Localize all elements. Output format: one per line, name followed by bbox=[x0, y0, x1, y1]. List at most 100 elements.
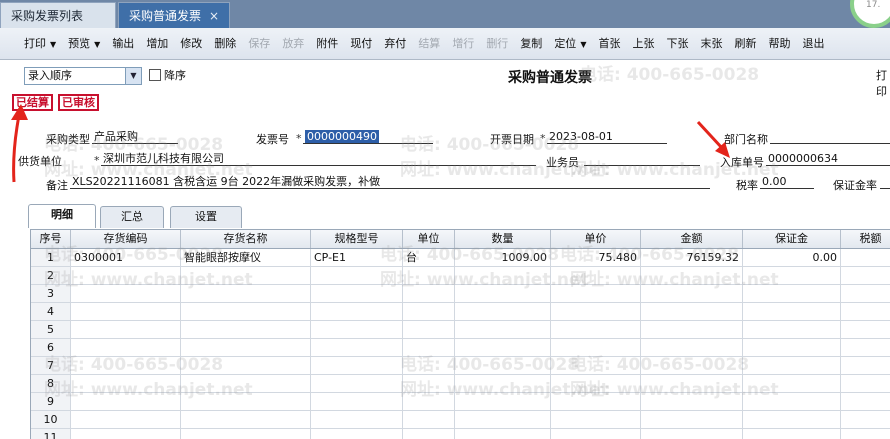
table-cell[interactable] bbox=[641, 285, 743, 302]
tax-rate-field[interactable]: 0.00 bbox=[760, 175, 814, 189]
table-cell[interactable] bbox=[403, 321, 455, 338]
table-cell[interactable] bbox=[743, 375, 841, 392]
table-cell[interactable] bbox=[71, 411, 181, 428]
table-cell[interactable] bbox=[641, 357, 743, 374]
toolbar-button-10[interactable]: 弃付 bbox=[378, 33, 412, 55]
toolbar-button-20[interactable]: 刷新 bbox=[728, 33, 762, 55]
table-cell[interactable]: 0.00 bbox=[743, 249, 841, 266]
table-cell[interactable] bbox=[455, 393, 551, 410]
caret-down-icon[interactable]: ▼ bbox=[94, 40, 100, 49]
table-cell[interactable] bbox=[71, 429, 181, 439]
table-cell[interactable] bbox=[551, 285, 641, 302]
tab-purchase-invoice[interactable]: 采购普通发票 × bbox=[118, 2, 230, 28]
table-cell[interactable] bbox=[641, 393, 743, 410]
caret-down-icon[interactable]: ▼ bbox=[580, 40, 586, 49]
table-cell[interactable] bbox=[641, 321, 743, 338]
table-cell[interactable] bbox=[641, 429, 743, 439]
table-cell[interactable] bbox=[841, 393, 890, 410]
table-row[interactable]: 7 bbox=[31, 357, 890, 375]
table-cell[interactable] bbox=[455, 321, 551, 338]
table-cell[interactable] bbox=[743, 303, 841, 320]
toolbar-button-14[interactable]: 复制 bbox=[514, 33, 548, 55]
receipt-no-field[interactable]: 0000000634 bbox=[766, 152, 890, 166]
table-row[interactable]: 9 bbox=[31, 393, 890, 411]
table-cell[interactable]: 76159.32 bbox=[641, 249, 743, 266]
table-cell[interactable] bbox=[841, 285, 890, 302]
table-row[interactable]: 6 bbox=[31, 339, 890, 357]
table-cell[interactable] bbox=[743, 357, 841, 374]
table-cell[interactable] bbox=[841, 267, 890, 284]
table-cell[interactable] bbox=[841, 357, 890, 374]
table-cell[interactable] bbox=[551, 321, 641, 338]
table-row[interactable]: 1 0300001 智能眼部按摩仪 CP-E1 台 1009.00 75.480 76159.… bbox=[31, 249, 890, 267]
table-cell[interactable] bbox=[551, 375, 641, 392]
table-cell[interactable] bbox=[551, 357, 641, 374]
table-cell[interactable]: CP-E1 bbox=[311, 249, 403, 266]
table-cell[interactable] bbox=[403, 411, 455, 428]
table-row[interactable]: 8 bbox=[31, 375, 890, 393]
table-cell[interactable] bbox=[455, 411, 551, 428]
table-cell[interactable] bbox=[455, 267, 551, 284]
table-cell[interactable] bbox=[455, 429, 551, 439]
tab-invoice-list[interactable]: 采购发票列表 bbox=[0, 2, 116, 28]
toolbar-button-22[interactable]: 退出 bbox=[796, 33, 830, 55]
table-cell[interactable] bbox=[71, 357, 181, 374]
toolbar-button-17[interactable]: 上张 bbox=[626, 33, 660, 55]
table-cell[interactable] bbox=[71, 285, 181, 302]
toolbar-button-21[interactable]: 帮助 bbox=[762, 33, 796, 55]
table-row[interactable]: 4 bbox=[31, 303, 890, 321]
table-cell[interactable] bbox=[403, 303, 455, 320]
table-row[interactable]: 5 bbox=[31, 321, 890, 339]
table-cell[interactable] bbox=[841, 375, 890, 392]
table-cell[interactable] bbox=[841, 339, 890, 356]
table-cell[interactable] bbox=[743, 321, 841, 338]
table-cell[interactable] bbox=[311, 393, 403, 410]
table-cell[interactable] bbox=[311, 285, 403, 302]
purchase-type-field[interactable]: 产品采购 bbox=[92, 130, 178, 144]
floating-assistant-badge[interactable]: 17. bbox=[850, 0, 890, 28]
table-cell[interactable] bbox=[181, 267, 311, 284]
toolbar-button-8[interactable]: 附件 bbox=[310, 33, 344, 55]
toolbar-button-4[interactable]: 修改 bbox=[174, 33, 208, 55]
table-cell[interactable] bbox=[455, 357, 551, 374]
table-cell[interactable] bbox=[71, 267, 181, 284]
table-cell[interactable]: 75.480 bbox=[551, 249, 641, 266]
table-cell[interactable] bbox=[403, 339, 455, 356]
table-row[interactable]: 11 bbox=[31, 429, 890, 439]
toolbar-button-19[interactable]: 末张 bbox=[694, 33, 728, 55]
chevron-down-icon[interactable]: ▼ bbox=[125, 68, 141, 84]
toolbar-button-5[interactable]: 删除 bbox=[208, 33, 242, 55]
table-cell[interactable] bbox=[641, 267, 743, 284]
table-cell[interactable] bbox=[841, 249, 890, 266]
table-cell[interactable] bbox=[311, 339, 403, 356]
column-header[interactable]: 规格型号 bbox=[311, 230, 403, 248]
table-cell[interactable] bbox=[403, 267, 455, 284]
table-cell[interactable] bbox=[743, 411, 841, 428]
table-cell[interactable] bbox=[841, 321, 890, 338]
table-cell[interactable] bbox=[311, 411, 403, 428]
table-cell[interactable] bbox=[551, 339, 641, 356]
table-cell[interactable] bbox=[403, 393, 455, 410]
tab-settings[interactable]: 设置 bbox=[170, 206, 242, 228]
table-cell[interactable] bbox=[743, 267, 841, 284]
table-cell[interactable] bbox=[641, 339, 743, 356]
column-header[interactable]: 存货名称 bbox=[181, 230, 311, 248]
column-header[interactable]: 单价 bbox=[551, 230, 641, 248]
toolbar-button-15[interactable]: 定位 ▼ bbox=[548, 33, 592, 55]
tab-detail[interactable]: 明细 bbox=[28, 204, 96, 228]
caret-down-icon[interactable]: ▼ bbox=[50, 40, 56, 49]
close-icon[interactable]: × bbox=[209, 3, 219, 29]
table-cell[interactable] bbox=[71, 303, 181, 320]
table-cell[interactable] bbox=[743, 393, 841, 410]
toolbar-button-2[interactable]: 输出 bbox=[106, 33, 140, 55]
table-cell[interactable]: 0300001 bbox=[71, 249, 181, 266]
table-cell[interactable] bbox=[311, 321, 403, 338]
toolbar-button-9[interactable]: 现付 bbox=[344, 33, 378, 55]
toolbar-button-16[interactable]: 首张 bbox=[592, 33, 626, 55]
table-row[interactable]: 10 bbox=[31, 411, 890, 429]
table-row[interactable]: 2 bbox=[31, 267, 890, 285]
toolbar-button-3[interactable]: 增加 bbox=[140, 33, 174, 55]
table-cell[interactable] bbox=[841, 429, 890, 439]
table-cell[interactable] bbox=[551, 429, 641, 439]
table-cell[interactable] bbox=[71, 393, 181, 410]
